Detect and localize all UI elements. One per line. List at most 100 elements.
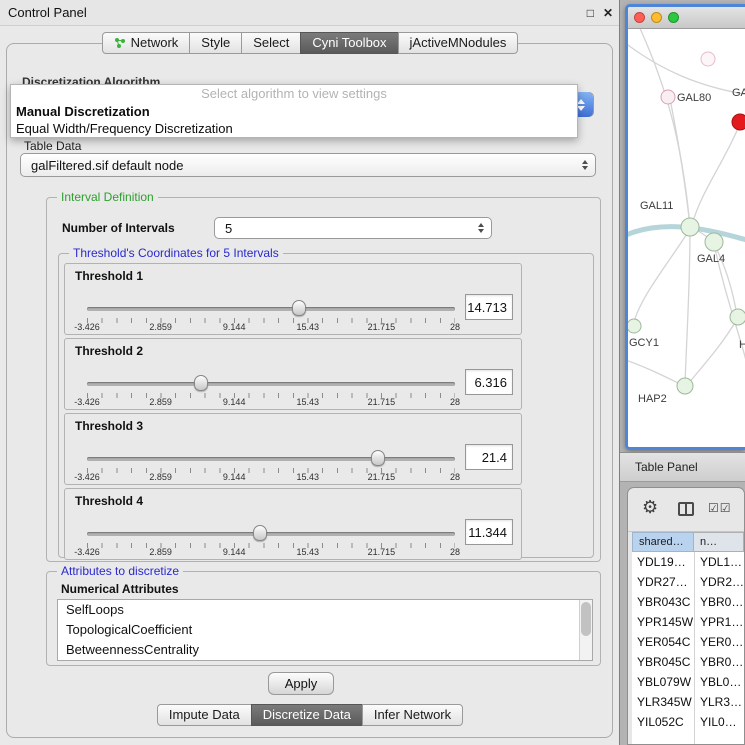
cell[interactable]: YIL0…	[694, 712, 744, 732]
list-item[interactable]: BetweennessCentrality	[58, 640, 592, 660]
threshold-4-value-field[interactable]: 11.344	[465, 519, 513, 545]
control-panel-titlebar: Control Panel □ ✕	[0, 0, 619, 26]
table-row[interactable]: YBR043C YBR0…	[632, 592, 744, 612]
node-gal11[interactable]	[681, 218, 699, 236]
column-header-name[interactable]: n…	[694, 532, 744, 552]
table-panel-header: Table Panel	[620, 452, 745, 482]
columns-icon[interactable]	[678, 502, 694, 516]
slider-track[interactable]	[87, 532, 455, 536]
cell[interactable]: YPR145W	[632, 612, 694, 632]
cell[interactable]: YBL0…	[694, 672, 744, 692]
list-item[interactable]: TopologicalCoefficient	[58, 620, 592, 640]
zoom-traffic-light-icon[interactable]	[668, 12, 679, 23]
threshold-2-value-field[interactable]: 6.316	[465, 369, 513, 395]
node-gcy1[interactable]	[628, 319, 641, 333]
node-label: HAP2	[638, 393, 667, 405]
cell[interactable]: YDL19…	[632, 552, 694, 572]
tab-label: Cyni Toolbox	[312, 33, 386, 53]
node[interactable]	[701, 52, 715, 66]
tab-impute-data[interactable]: Impute Data	[157, 704, 252, 726]
dropdown-option-equal-width[interactable]: Equal Width/Frequency Discretization	[11, 120, 577, 137]
tab-label: Discretize Data	[263, 705, 351, 725]
cell[interactable]: YIL052C	[632, 712, 694, 732]
tab-style[interactable]: Style	[189, 32, 242, 54]
dropdown-option-manual[interactable]: Manual Discretization	[11, 103, 577, 120]
tab-label: Select	[253, 33, 289, 53]
scrollbar-thumb[interactable]	[581, 602, 591, 636]
threshold-4-panel: Threshold 4 -3.426 2.859 9.144 15.43 21.…	[64, 488, 522, 560]
tab-infer-network[interactable]: Infer Network	[362, 704, 463, 726]
threshold-3-value-field[interactable]: 21.4	[465, 444, 513, 470]
tab-label: Style	[201, 33, 230, 53]
close-traffic-light-icon[interactable]	[634, 12, 645, 23]
slider-track[interactable]	[87, 382, 455, 386]
tab-select[interactable]: Select	[241, 32, 301, 54]
apply-button[interactable]: Apply	[268, 672, 334, 695]
table-row[interactable]: YIL052C YIL0…	[632, 712, 744, 732]
minimize-traffic-light-icon[interactable]	[651, 12, 662, 23]
node-gal4[interactable]	[705, 233, 723, 251]
close-icon[interactable]: ✕	[603, 6, 613, 20]
cell[interactable]: YPR1…	[694, 612, 744, 632]
table-row[interactable]: YBL079W YBL0…	[632, 672, 744, 692]
cell[interactable]: YBR043C	[632, 592, 694, 612]
cell[interactable]: YBR045C	[632, 652, 694, 672]
tab-cyni-toolbox[interactable]: Cyni Toolbox	[300, 32, 398, 54]
gear-icon[interactable]: ⚙	[642, 497, 658, 518]
cell[interactable]: YER054C	[632, 632, 694, 652]
cell[interactable]: YBR0…	[694, 592, 744, 612]
table-row[interactable]: YLR345W YLR3…	[632, 692, 744, 712]
threshold-1-slider[interactable]	[87, 300, 455, 318]
table-row[interactable]: YPR145W YPR1…	[632, 612, 744, 632]
slider-thumb[interactable]	[292, 300, 306, 316]
node-red-selected[interactable]	[732, 114, 745, 130]
tab-jactivemnodules[interactable]: jActiveMNodules	[398, 32, 519, 54]
attributes-listbox[interactable]: SelfLoops TopologicalCoefficient Between…	[57, 599, 593, 661]
threshold-label: Threshold 4	[75, 494, 143, 508]
cell[interactable]: YBR0…	[694, 652, 744, 672]
cell[interactable]: YLR3…	[694, 692, 744, 712]
table-row[interactable]: YDR27… YDR2…	[632, 572, 744, 592]
select-rows-icon[interactable]: ☑☑	[708, 501, 732, 515]
threshold-2-slider[interactable]	[87, 375, 455, 393]
threshold-label: Threshold 1	[75, 269, 143, 283]
network-canvas[interactable]: GAL80 GA GAL11 GAL4 GCY1 H HAP2	[628, 29, 745, 449]
threshold-3-slider[interactable]	[87, 450, 455, 468]
node[interactable]	[730, 309, 745, 325]
dropdown-prompt: Select algorithm to view settings	[11, 85, 577, 103]
attributes-group: Attributes to discretize Numerical Attri…	[46, 571, 601, 666]
node-gal80[interactable]	[661, 90, 675, 104]
float-window-icon[interactable]: □	[587, 6, 594, 20]
cell[interactable]: YLR345W	[632, 692, 694, 712]
node-label: GA	[732, 87, 745, 99]
column-header-shared-name[interactable]: shared…	[632, 532, 694, 552]
slider-track[interactable]	[87, 307, 455, 311]
list-item[interactable]: SelfLoops	[58, 600, 592, 620]
table-data-value: galFiltered.sif default node	[31, 158, 183, 173]
node-hap2[interactable]	[677, 378, 693, 394]
table-header-row: shared… n…	[632, 532, 744, 552]
threshold-1-value-field[interactable]: 14.713	[465, 294, 513, 320]
cell[interactable]: YDL1…	[694, 552, 744, 572]
threshold-1-panel: Threshold 1 -3.426 2.859 9.144 15.43 21.…	[64, 263, 522, 335]
cell[interactable]: YER0…	[694, 632, 744, 652]
slider-thumb[interactable]	[371, 450, 385, 466]
number-of-intervals-combobox[interactable]: 5	[214, 217, 492, 239]
cell[interactable]: YDR27…	[632, 572, 694, 592]
table-row[interactable]: YER054C YER0…	[632, 632, 744, 652]
table-row[interactable]: YDL19… YDL1…	[632, 552, 744, 572]
threshold-4-slider[interactable]	[87, 525, 455, 543]
tab-label: Network	[131, 33, 179, 53]
table-data-combobox[interactable]: galFiltered.sif default node	[20, 153, 596, 177]
slider-thumb[interactable]	[194, 375, 208, 391]
node-label: GAL4	[697, 253, 725, 265]
table-row[interactable]: YBR045C YBR0…	[632, 652, 744, 672]
tab-discretize-data[interactable]: Discretize Data	[251, 704, 363, 726]
slider-track[interactable]	[87, 457, 455, 461]
network-view-window[interactable]: GAL80 GA GAL11 GAL4 GCY1 H HAP2	[625, 4, 745, 450]
cell[interactable]: YDR2…	[694, 572, 744, 592]
list-scrollbar[interactable]	[579, 600, 592, 660]
slider-thumb[interactable]	[253, 525, 267, 541]
cell[interactable]: YBL079W	[632, 672, 694, 692]
tab-network[interactable]: Network	[102, 32, 191, 54]
